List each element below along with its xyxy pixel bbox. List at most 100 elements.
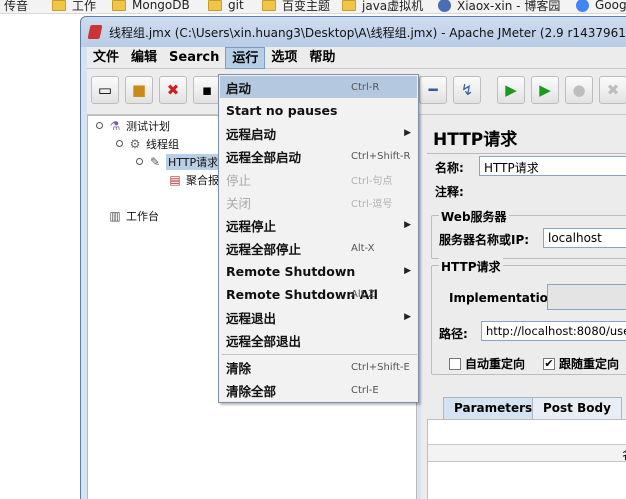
menu-options[interactable]: 选项: [265, 47, 303, 69]
server-field[interactable]: localhost: [543, 228, 626, 248]
menu-item-label: 清除全部: [226, 383, 277, 399]
templates-button[interactable]: ■: [125, 76, 153, 104]
start-button[interactable]: ▶: [497, 76, 525, 104]
play-icon: ▶: [505, 81, 517, 99]
tree-node-test-plan[interactable]: ⚗ 测试计划: [108, 117, 170, 135]
tab-parameters[interactable]: Parameters: [443, 397, 544, 419]
shutdown-icon: ✖: [606, 81, 620, 99]
menu-item-remote-stop[interactable]: 远程停止 ▶: [220, 214, 417, 236]
desktop-background: [0, 14, 80, 499]
submenu-arrow-icon: ▶: [404, 128, 411, 138]
name-label: 名称:: [435, 161, 464, 175]
bookmark-item[interactable]: MongoDB: [112, 0, 190, 13]
tree-node-workbench[interactable]: ▥ 工作台: [108, 207, 159, 225]
bookmark-item[interactable]: Xiaox-xin - 博客园: [438, 0, 561, 13]
start-no-pauses-button[interactable]: ▶: [531, 76, 559, 104]
implementation-select[interactable]: [547, 284, 626, 310]
tab-post-body[interactable]: Post Body: [532, 397, 622, 419]
shortcut-label: Ctrl-逗号: [351, 198, 393, 210]
menu-item-label: 远程全部退出: [226, 333, 302, 349]
window-titlebar[interactable]: 线程组.jmx (C:\Users\xin.huang3\Desktop\A\线…: [81, 17, 626, 47]
menu-item-shutdown[interactable]: 关闭 Ctrl-逗号: [220, 191, 417, 213]
bookmark-label: 传音: [4, 0, 29, 13]
tree-node-label: 测试计划: [126, 120, 170, 133]
tree-node-label: 工作台: [126, 210, 159, 223]
shortcut-label: Alt-X: [351, 242, 375, 254]
menu-item-clear-all[interactable]: 清除全部 Ctrl-E: [220, 379, 417, 401]
bookmark-item[interactable]: 百变主题: [262, 0, 330, 13]
shortcut-label: Ctrl+Shift-E: [351, 361, 410, 373]
menu-item-remote-start[interactable]: 远程启动 ▶: [220, 122, 417, 144]
implementation-label: Implementation:: [449, 291, 562, 305]
submenu-arrow-icon: ▶: [404, 312, 411, 322]
clipboard-icon: ▥: [109, 209, 121, 223]
tree-expand-handle[interactable]: [116, 140, 123, 147]
checkbox-box: [449, 357, 461, 370]
bookmark-label: java虚拟机: [362, 0, 424, 13]
floppy-icon: ▪: [201, 81, 213, 99]
name-field[interactable]: HTTP请求: [479, 156, 626, 176]
menu-item-clear[interactable]: 清除 Ctrl+Shift-E: [220, 356, 417, 378]
comment-field[interactable]: [479, 180, 626, 200]
menu-item-remote-exit[interactable]: 远程退出 ▶: [220, 306, 417, 328]
shortcut-label: Ctrl-句点: [351, 175, 393, 187]
menu-edit[interactable]: 编辑: [125, 47, 163, 69]
table-header: 名: [428, 444, 626, 462]
bookmark-item[interactable]: 传音: [4, 0, 29, 13]
tree-node-thread-group[interactable]: ⚙ 线程组: [128, 135, 179, 153]
menu-item-label: 启动: [226, 80, 252, 96]
pipette-icon: ✎: [149, 155, 161, 169]
minus-icon: ━: [428, 81, 438, 99]
close-icon: ✖: [166, 81, 180, 99]
menu-item-label: 远程全部启动: [226, 149, 302, 165]
menu-item-label: 远程全部停止: [226, 241, 302, 257]
bookmark-label: 工作: [72, 0, 97, 13]
path-field[interactable]: http://localhost:8080/user/: [481, 321, 626, 341]
auto-redirect-checkbox[interactable]: 自动重定向: [449, 355, 525, 372]
menu-item-remote-stop-all[interactable]: 远程全部停止 Alt-X: [220, 237, 417, 259]
menu-item-stop[interactable]: 停止 Ctrl-句点: [220, 168, 417, 190]
panel-title: HTTP请求: [433, 130, 518, 150]
submenu-arrow-icon: ▶: [404, 266, 411, 276]
tree-expand-handle[interactable]: [136, 158, 143, 165]
menu-item-remote-exit-all[interactable]: 远程全部退出: [220, 329, 417, 351]
http-request-panel: HTTP请求 名称: HTTP请求 注释: Web服务器 服务器名称或IP: l…: [421, 115, 626, 499]
checkmark-icon: ✔: [543, 356, 555, 370]
collapse-button[interactable]: ━: [419, 76, 447, 104]
column-header-name: 名: [622, 446, 626, 463]
bookmark-item[interactable]: Goog: [576, 0, 626, 13]
parameters-table: 名: [427, 419, 626, 499]
bookmark-item[interactable]: 工作: [52, 0, 97, 13]
menu-item-remote-shutdown[interactable]: Remote Shutdown ▶: [220, 260, 417, 282]
toggle-button[interactable]: ↯: [453, 76, 481, 104]
submenu-arrow-icon: ▶: [404, 220, 411, 230]
menu-file[interactable]: 文件: [87, 47, 125, 69]
shutdown-button[interactable]: ✖: [599, 76, 626, 104]
close-file-button[interactable]: ✖: [159, 76, 187, 104]
toggle-icon: ↯: [460, 81, 474, 99]
menu-item-start-no-pauses[interactable]: Start no pauses: [220, 99, 417, 121]
menu-item-remote-start-all[interactable]: 远程全部启动 Ctrl+Shift-R: [220, 145, 417, 167]
menu-item-start[interactable]: 启动 Ctrl-R: [220, 76, 417, 98]
bookmark-item[interactable]: java虚拟机: [342, 0, 424, 13]
gear-icon: ⚙: [129, 137, 141, 151]
menu-search[interactable]: Search: [163, 47, 225, 69]
menu-item-remote-shutdown-all[interactable]: Remote Shutdown All Alt-Z: [220, 283, 417, 305]
tree-node-http-request[interactable]: ✎ HTTP请求: [148, 153, 221, 171]
menu-run[interactable]: 运行: [225, 46, 266, 69]
menu-help[interactable]: 帮助: [303, 47, 341, 69]
new-file-icon: ▭: [97, 81, 113, 99]
save-button[interactable]: ▪: [193, 76, 221, 104]
tree-expand-handle[interactable]: [96, 122, 103, 129]
bookmark-item[interactable]: git: [208, 0, 244, 13]
bookmark-label: Xiaox-xin - 博客园: [457, 0, 561, 13]
bookmark-label: git: [228, 0, 244, 12]
shortcut-label: Ctrl-E: [351, 384, 379, 396]
menu-item-label: 远程退出: [226, 310, 277, 326]
web-server-group-title: Web服务器: [439, 208, 509, 225]
bookmark-label: Goog: [595, 0, 626, 12]
follow-redirect-checkbox[interactable]: ✔ 跟随重定向: [543, 355, 619, 372]
stop-button[interactable]: ●: [565, 76, 593, 104]
new-button[interactable]: ▭: [91, 76, 119, 104]
site-icon: [438, 0, 451, 12]
